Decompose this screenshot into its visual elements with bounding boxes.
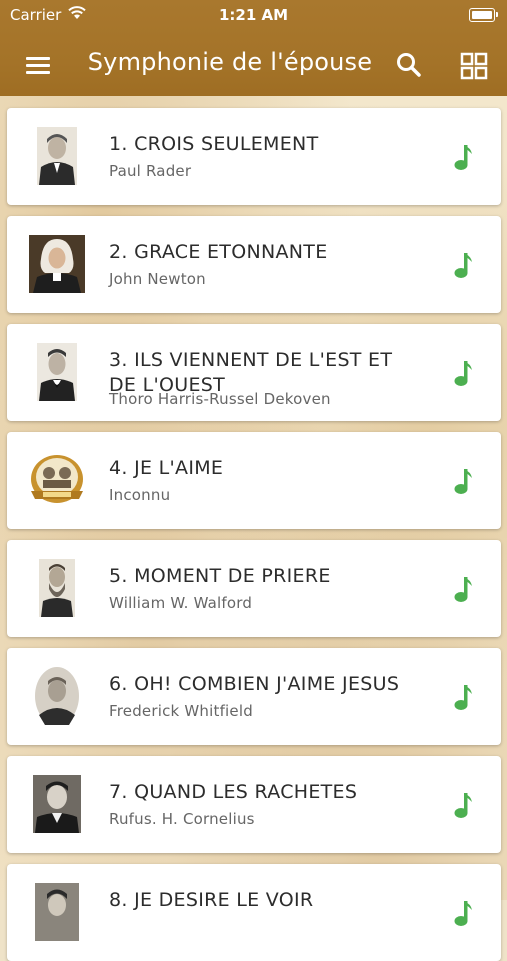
battery-icon: [469, 8, 498, 22]
music-note-icon[interactable]: [453, 898, 475, 928]
song-title: 4. JE L'AIME: [109, 457, 224, 479]
composer-portrait: [29, 879, 85, 945]
music-note-icon[interactable]: [453, 466, 475, 496]
song-title: 5. MOMENT DE PRIERE: [109, 565, 331, 587]
app-header: Carrier 1:21 AM Symphonie de l'épouse: [0, 0, 507, 104]
status-bar: Carrier 1:21 AM: [0, 0, 507, 30]
hamburger-menu-icon[interactable]: [22, 50, 54, 80]
song-author: Inconnu: [109, 486, 171, 504]
song-title: 8. JE DESIRE LE VOIR: [109, 889, 314, 911]
song-list-item[interactable]: 4. JE L'AIME Inconnu: [7, 432, 501, 529]
music-note-icon[interactable]: [453, 250, 475, 280]
grid-view-icon[interactable]: [459, 51, 489, 81]
page-title: Symphonie de l'épouse: [87, 48, 373, 76]
song-list-item[interactable]: 8. JE DESIRE LE VOIR: [7, 864, 501, 961]
song-title: 7. QUAND LES RACHETES: [109, 781, 358, 803]
music-note-icon[interactable]: [453, 358, 475, 388]
song-list-item[interactable]: 5. MOMENT DE PRIERE William W. Walford: [7, 540, 501, 637]
song-author: John Newton: [109, 270, 206, 288]
song-author: Paul Rader: [109, 162, 192, 180]
composer-emblem: [29, 447, 85, 513]
song-author: Frederick Whitfield: [109, 702, 253, 720]
song-list-item[interactable]: 6. OH! COMBIEN J'AIME JESUS Frederick Wh…: [7, 648, 501, 745]
navigation-bar: Symphonie de l'épouse: [0, 36, 507, 96]
song-list-item[interactable]: 2. GRACE ETONNANTE John Newton: [7, 216, 501, 313]
song-title: 2. GRACE ETONNANTE: [109, 241, 328, 263]
song-list-item[interactable]: 7. QUAND LES RACHETES Rufus. H. Corneliu…: [7, 756, 501, 853]
song-title: 1. CROIS SEULEMENT: [109, 133, 319, 155]
composer-portrait: [29, 339, 85, 405]
music-note-icon[interactable]: [453, 790, 475, 820]
search-icon[interactable]: [394, 50, 424, 80]
composer-portrait: [29, 663, 85, 729]
music-note-icon[interactable]: [453, 142, 475, 172]
song-author: William W. Walford: [109, 594, 253, 612]
music-note-icon[interactable]: [453, 574, 475, 604]
song-list-item[interactable]: 3. ILS VIENNENT DE L'EST ET DE L'OUEST T…: [7, 324, 501, 421]
composer-portrait: [29, 231, 85, 297]
song-list-item[interactable]: 1. CROIS SEULEMENT Paul Rader: [7, 108, 501, 205]
status-time: 1:21 AM: [218, 6, 289, 24]
composer-portrait: [29, 555, 85, 621]
composer-portrait: [29, 771, 85, 837]
song-title: 6. OH! COMBIEN J'AIME JESUS: [109, 673, 400, 695]
song-author: Rufus. H. Cornelius: [109, 810, 255, 828]
music-note-icon[interactable]: [453, 682, 475, 712]
song-author: Thoro Harris-Russel Dekoven: [109, 390, 331, 408]
composer-portrait: [29, 123, 85, 189]
